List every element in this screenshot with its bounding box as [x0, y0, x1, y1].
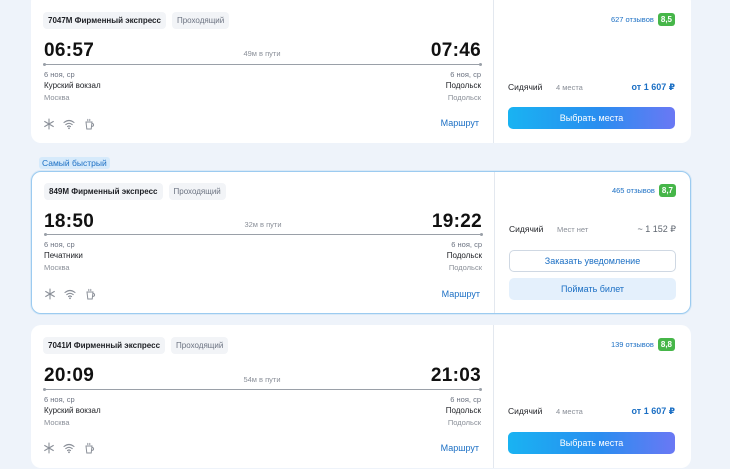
- departure-date: 6 ноя, ср: [44, 395, 75, 404]
- coffee-icon: [83, 442, 95, 454]
- train-card: 7047М Фирменный экспресс Проходящий 06:5…: [31, 0, 691, 143]
- arrival-station: Подольск: [445, 81, 481, 90]
- booking-panel: 139 отзывов 8,8 Сидячий 4 места от 1 607…: [493, 325, 691, 468]
- rating-badge: 8,8: [657, 338, 675, 351]
- wifi-icon: [64, 288, 76, 300]
- train-number-tag: 7047М Фирменный экспресс: [43, 12, 166, 29]
- seats-available: 4 места: [556, 83, 583, 92]
- coffee-icon: [83, 118, 95, 130]
- departure-city: Москва: [44, 263, 70, 272]
- amenities: [43, 118, 95, 130]
- amenities: [44, 288, 96, 300]
- route-line: [43, 388, 482, 391]
- reviews[interactable]: 627 отзывов 8,5: [611, 13, 675, 26]
- rating-badge: 8,5: [657, 13, 675, 26]
- coffee-icon: [84, 288, 96, 300]
- seats-available: 4 места: [556, 407, 583, 416]
- travel-duration: 32м в пути: [244, 220, 282, 229]
- train-type-tag: Проходящий: [171, 337, 229, 354]
- arrival-date: 6 ноя, ср: [450, 70, 481, 79]
- departure-city: Москва: [44, 418, 70, 427]
- departure-station: Курский вокзал: [44, 81, 101, 90]
- train-type-tag: Проходящий: [168, 183, 226, 200]
- seats-available: Мест нет: [557, 225, 589, 234]
- snowflake-icon: [43, 442, 55, 454]
- arrival-date: 6 ноя, ср: [450, 395, 481, 404]
- wifi-icon: [63, 442, 75, 454]
- arrival-time: 19:22: [431, 211, 482, 232]
- fastest-badge: Самый быстрый: [39, 157, 110, 169]
- rating-badge: 8,7: [658, 184, 676, 197]
- arrival-station: Подольск: [446, 251, 482, 260]
- arrival-time: 07:46: [430, 40, 481, 61]
- route-link[interactable]: Маршрут: [441, 443, 479, 453]
- booking-panel: 465 отзывов 8,7 Сидячий Мест нет ~ 1 152…: [494, 172, 690, 313]
- train-info: 7047М Фирменный экспресс Проходящий 06:5…: [31, 0, 493, 143]
- route-link[interactable]: Маршрут: [442, 289, 480, 299]
- catch-ticket-button[interactable]: Поймать билет: [509, 278, 676, 300]
- train-info: 7041И Фирменный экспресс Проходящий 20:0…: [31, 325, 493, 468]
- train-number-tag: 7041И Фирменный экспресс: [43, 337, 166, 354]
- wifi-icon: [63, 118, 75, 130]
- booking-panel: 627 отзывов 8,5 Сидячий 4 места от 1 607…: [493, 0, 691, 143]
- departure-date: 6 ноя, ср: [44, 240, 75, 249]
- reviews-count[interactable]: 139 отзывов: [611, 340, 654, 349]
- seat-type: Сидячий: [509, 224, 544, 234]
- arrival-city: Подольск: [447, 93, 481, 102]
- arrival-date: 6 ноя, ср: [451, 240, 482, 249]
- departure-station: Курский вокзал: [44, 406, 101, 415]
- arrival-city: Подольск: [447, 418, 481, 427]
- train-card: 849М Фирменный экспресс Проходящий 18:50…: [31, 171, 691, 314]
- choose-seats-button[interactable]: Выбрать места: [508, 432, 675, 454]
- departure-station: Печатники: [44, 251, 83, 260]
- train-tags: 849М Фирменный экспресс Проходящий: [44, 183, 226, 200]
- ticket-price: от 1 607 ₽: [631, 82, 675, 92]
- arrival-station: Подольск: [445, 406, 481, 415]
- seat-type: Сидячий: [508, 406, 543, 416]
- train-number-tag: 849М Фирменный экспресс: [44, 183, 163, 200]
- train-type-tag: Проходящий: [171, 12, 230, 29]
- route-link[interactable]: Маршрут: [441, 118, 479, 128]
- ticket-price: ~ 1 152 ₽: [637, 224, 676, 234]
- train-info: 849М Фирменный экспресс Проходящий 18:50…: [32, 172, 494, 313]
- travel-duration: 54м в пути: [243, 375, 281, 384]
- notify-button[interactable]: Заказать уведомление: [509, 250, 676, 272]
- choose-seats-button[interactable]: Выбрать места: [508, 107, 675, 129]
- amenities: [43, 442, 95, 454]
- train-card: 7041И Фирменный экспресс Проходящий 20:0…: [31, 325, 691, 468]
- route-line: [44, 233, 483, 236]
- route-line: [43, 63, 482, 66]
- reviews-count[interactable]: 465 отзывов: [612, 186, 655, 195]
- arrival-time: 21:03: [430, 365, 481, 386]
- train-tags: 7047М Фирменный экспресс Проходящий: [43, 12, 230, 29]
- departure-date: 6 ноя, ср: [44, 70, 75, 79]
- reviews[interactable]: 139 отзывов 8,8: [611, 338, 675, 351]
- reviews[interactable]: 465 отзывов 8,7: [612, 184, 676, 197]
- snowflake-icon: [43, 118, 55, 130]
- train-tags: 7041И Фирменный экспресс Проходящий: [43, 337, 229, 354]
- travel-duration: 49м в пути: [243, 49, 281, 58]
- departure-city: Москва: [44, 93, 70, 102]
- arrival-city: Подольск: [448, 263, 482, 272]
- snowflake-icon: [44, 288, 56, 300]
- seat-type: Сидячий: [508, 82, 543, 92]
- reviews-count[interactable]: 627 отзывов: [611, 15, 654, 24]
- ticket-price: от 1 607 ₽: [631, 406, 675, 416]
